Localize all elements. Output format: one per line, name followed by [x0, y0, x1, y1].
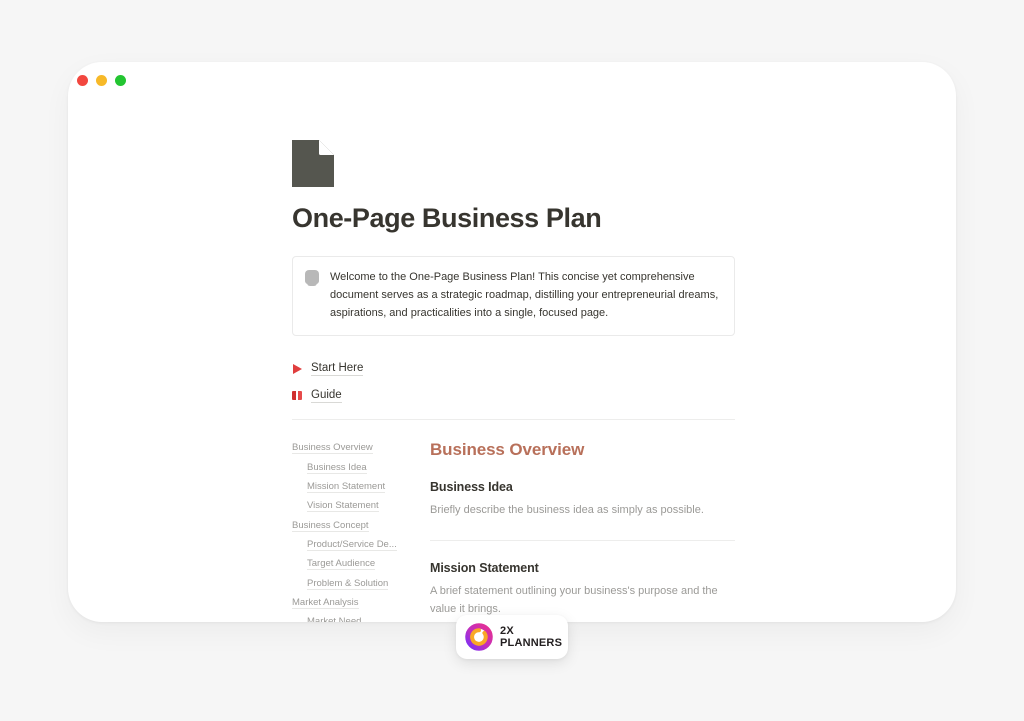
toc-label: Mission Statement	[307, 481, 386, 494]
toc-label: Market Need	[307, 616, 362, 622]
toc-item-market-need[interactable]: Market Need	[292, 616, 424, 622]
circular-swirl-logo-icon	[465, 623, 493, 651]
section-divider	[292, 419, 735, 421]
block-divider	[430, 540, 735, 542]
toc-item-vision-statement[interactable]: Vision Statement	[292, 500, 424, 513]
toc-item-product-service-description[interactable]: Product/Service De...	[292, 539, 424, 552]
block-heading-mission-statement: Mission Statement	[430, 561, 539, 576]
toc-item-mission-statement[interactable]: Mission Statement	[292, 481, 424, 494]
body-columns: Business Overview Business Idea Mission …	[292, 440, 735, 622]
play-triangle-icon	[292, 363, 303, 374]
block-heading-business-idea: Business Idea	[430, 480, 513, 495]
window-traffic-lights	[77, 75, 126, 86]
toc-label: Market Analysis	[292, 596, 359, 609]
toc-label: Business Concept	[292, 519, 369, 532]
quick-links: Start Here Guide	[292, 358, 735, 405]
page-content: One-Page Business Plan Welcome to the On…	[292, 140, 735, 622]
toc-label: Problem & Solution	[307, 577, 389, 590]
toc-label: Business Idea	[307, 461, 367, 474]
block-text-business-idea: Briefly describe the business idea as si…	[430, 504, 704, 517]
toc-label: Product/Service De...	[307, 539, 397, 552]
book-icon	[292, 390, 303, 401]
toc-item-business-overview[interactable]: Business Overview	[292, 442, 424, 455]
minimize-window-button[interactable]	[96, 75, 107, 86]
page-title: One-Page Business Plan	[292, 203, 602, 233]
callout-text: Welcome to the One-Page Business Plan! T…	[330, 271, 719, 319]
link-row-guide[interactable]: Guide	[292, 385, 735, 405]
logo-line-2x: 2X	[500, 624, 514, 637]
link-label-start-here[interactable]: Start Here	[311, 361, 364, 377]
logo-line-planners: PLANNERS	[500, 636, 563, 649]
toc-label: Target Audience	[307, 558, 376, 571]
block-text-mission-statement: A brief statement outlining your busines…	[430, 585, 718, 616]
table-of-contents: Business Overview Business Idea Mission …	[292, 440, 424, 622]
section-heading-business-overview: Business Overview	[430, 440, 585, 460]
close-window-button[interactable]	[77, 75, 88, 86]
link-row-start-here[interactable]: Start Here	[292, 358, 735, 378]
toc-item-target-audience[interactable]: Target Audience	[292, 558, 424, 571]
hand-wave-icon	[305, 270, 319, 287]
brand-logo-text: 2X PLANNERS	[500, 624, 563, 649]
document-body: Business Overview Business Idea Briefly …	[424, 440, 735, 622]
app-window: One-Page Business Plan Welcome to the On…	[68, 62, 956, 622]
link-label-guide[interactable]: Guide	[311, 388, 342, 404]
maximize-window-button[interactable]	[115, 75, 126, 86]
toc-item-market-analysis[interactable]: Market Analysis	[292, 596, 424, 610]
toc-item-business-concept[interactable]: Business Concept	[292, 519, 424, 533]
toc-label: Vision Statement	[307, 500, 379, 513]
brand-logo-badge: 2X PLANNERS	[456, 615, 568, 659]
document-page-icon	[292, 140, 334, 187]
toc-label: Business Overview	[292, 442, 373, 455]
welcome-callout: Welcome to the One-Page Business Plan! T…	[292, 256, 735, 337]
toc-item-business-idea[interactable]: Business Idea	[292, 461, 424, 475]
toc-item-problem-and-solution[interactable]: Problem & Solution	[292, 577, 424, 591]
